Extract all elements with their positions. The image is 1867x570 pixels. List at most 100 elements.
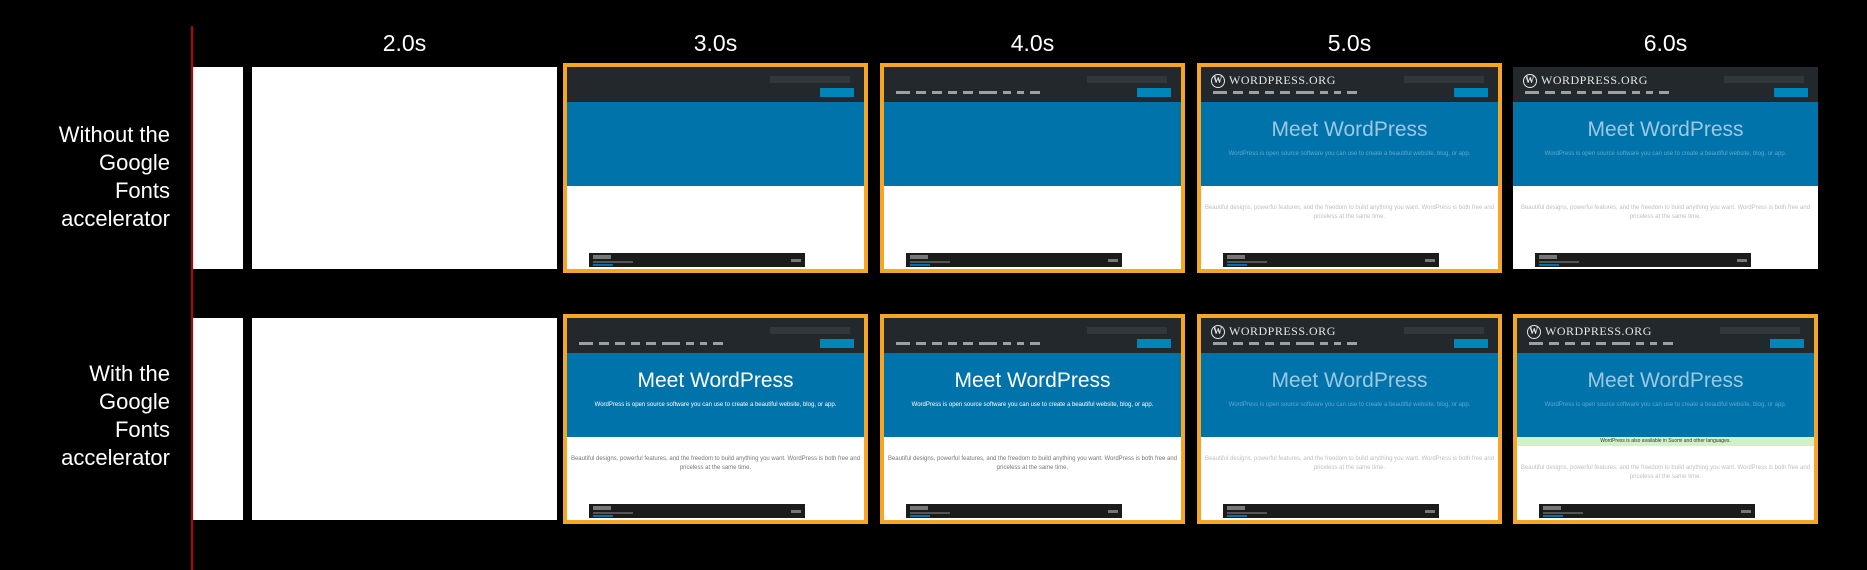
- nav-item[interactable]: [1596, 342, 1606, 345]
- nav-item[interactable]: [1003, 342, 1011, 345]
- nav-item[interactable]: [1213, 342, 1227, 345]
- download-item[interactable]: [593, 506, 611, 510]
- download-item[interactable]: [1539, 255, 1557, 259]
- download-item[interactable]: [910, 255, 928, 259]
- nav-item[interactable]: [1347, 342, 1357, 345]
- download-show-all[interactable]: [791, 510, 801, 513]
- nav-item[interactable]: [1545, 91, 1555, 94]
- download-show-all[interactable]: [1108, 259, 1118, 262]
- nav-item[interactable]: [963, 91, 973, 94]
- search-input[interactable]: [770, 76, 850, 83]
- nav-item[interactable]: [896, 91, 910, 94]
- get-wordpress-button[interactable]: [1454, 339, 1488, 348]
- nav-item[interactable]: [700, 342, 707, 345]
- nav-item[interactable]: [932, 342, 942, 345]
- nav-item[interactable]: [686, 342, 694, 345]
- nav-item[interactable]: [979, 342, 997, 345]
- nav-item[interactable]: [1646, 91, 1653, 94]
- nav-item[interactable]: [948, 342, 957, 345]
- get-wordpress-button[interactable]: [1774, 88, 1808, 97]
- nav-item[interactable]: [1030, 342, 1040, 345]
- nav-item[interactable]: [1233, 91, 1243, 94]
- nav-item[interactable]: [1265, 91, 1274, 94]
- nav-item[interactable]: [1659, 91, 1669, 94]
- nav-item[interactable]: [1612, 342, 1630, 345]
- nav-item[interactable]: [1320, 91, 1328, 94]
- nav-item[interactable]: [1280, 342, 1290, 345]
- download-item[interactable]: [1543, 506, 1561, 510]
- nav-item[interactable]: [1249, 91, 1259, 94]
- search-input[interactable]: [1087, 327, 1167, 334]
- nav-item[interactable]: [1296, 91, 1314, 94]
- nav-item[interactable]: [1030, 91, 1040, 94]
- search-input[interactable]: [1087, 76, 1167, 83]
- nav-item[interactable]: [1529, 342, 1543, 345]
- nav-item[interactable]: [713, 342, 723, 345]
- nav-item[interactable]: [979, 91, 997, 94]
- nav-item[interactable]: [1577, 91, 1586, 94]
- nav-item[interactable]: [599, 342, 609, 345]
- download-show-all[interactable]: [1425, 510, 1435, 513]
- nav-item[interactable]: [1636, 342, 1644, 345]
- wordpress-logo[interactable]: W WORDPRESS.ORG: [1211, 324, 1336, 339]
- nav-item[interactable]: [1265, 342, 1274, 345]
- nav-item[interactable]: [1592, 91, 1602, 94]
- nav-item[interactable]: [1525, 91, 1539, 94]
- wordpress-logo[interactable]: W WORDPRESS.ORG: [1527, 324, 1652, 339]
- get-wordpress-button[interactable]: [1137, 88, 1171, 97]
- nav-item[interactable]: [896, 342, 910, 345]
- nav-item[interactable]: [1650, 342, 1657, 345]
- nav-item[interactable]: [932, 91, 942, 94]
- get-wordpress-button[interactable]: [1137, 339, 1171, 348]
- nav-item[interactable]: [1280, 91, 1290, 94]
- download-item[interactable]: [1227, 506, 1245, 510]
- nav-item[interactable]: [916, 342, 926, 345]
- nav-item[interactable]: [1334, 342, 1341, 345]
- nav-item[interactable]: [1347, 91, 1357, 94]
- search-input[interactable]: [1720, 327, 1800, 334]
- search-input[interactable]: [1724, 76, 1804, 83]
- nav-item[interactable]: [948, 91, 957, 94]
- download-show-all[interactable]: [1108, 510, 1118, 513]
- nav-item[interactable]: [1334, 91, 1341, 94]
- nav-item[interactable]: [579, 342, 593, 345]
- nav-item[interactable]: [1017, 91, 1024, 94]
- nav-item[interactable]: [916, 91, 926, 94]
- nav-item[interactable]: [1663, 342, 1673, 345]
- download-item[interactable]: [1227, 255, 1245, 259]
- wordpress-logo[interactable]: W WORDPRESS.ORG: [1523, 73, 1648, 88]
- nav-item[interactable]: [1549, 342, 1559, 345]
- get-wordpress-button[interactable]: [820, 339, 854, 348]
- download-show-all[interactable]: [1425, 259, 1435, 262]
- nav-item[interactable]: [1213, 91, 1227, 94]
- search-input[interactable]: [1404, 327, 1484, 334]
- nav-item[interactable]: [662, 342, 680, 345]
- nav-item[interactable]: [963, 342, 973, 345]
- wordpress-logo[interactable]: W WORDPRESS.ORG: [1211, 73, 1336, 88]
- nav-item[interactable]: [1296, 342, 1314, 345]
- nav-item[interactable]: [1233, 342, 1243, 345]
- nav-item[interactable]: [1249, 342, 1259, 345]
- nav-item[interactable]: [1632, 91, 1640, 94]
- search-input[interactable]: [1404, 76, 1484, 83]
- download-item[interactable]: [910, 506, 928, 510]
- nav-item[interactable]: [646, 342, 656, 345]
- download-show-all[interactable]: [791, 259, 801, 262]
- nav-item[interactable]: [1565, 342, 1575, 345]
- nav-item[interactable]: [1003, 91, 1011, 94]
- nav-item[interactable]: [1561, 91, 1571, 94]
- nav-item[interactable]: [1608, 91, 1626, 94]
- get-wordpress-button[interactable]: [1770, 339, 1804, 348]
- nav-item[interactable]: [1017, 342, 1024, 345]
- get-wordpress-button[interactable]: [1454, 88, 1488, 97]
- download-show-all[interactable]: [1737, 259, 1747, 262]
- nav-item[interactable]: [615, 342, 625, 345]
- nav-item[interactable]: [1320, 342, 1328, 345]
- get-wordpress-button[interactable]: [820, 88, 854, 97]
- nav-item[interactable]: [1581, 342, 1590, 345]
- download-filename: [593, 512, 633, 514]
- search-input[interactable]: [770, 327, 850, 334]
- download-item[interactable]: [593, 255, 611, 259]
- nav-item[interactable]: [631, 342, 640, 345]
- download-show-all[interactable]: [1741, 510, 1751, 513]
